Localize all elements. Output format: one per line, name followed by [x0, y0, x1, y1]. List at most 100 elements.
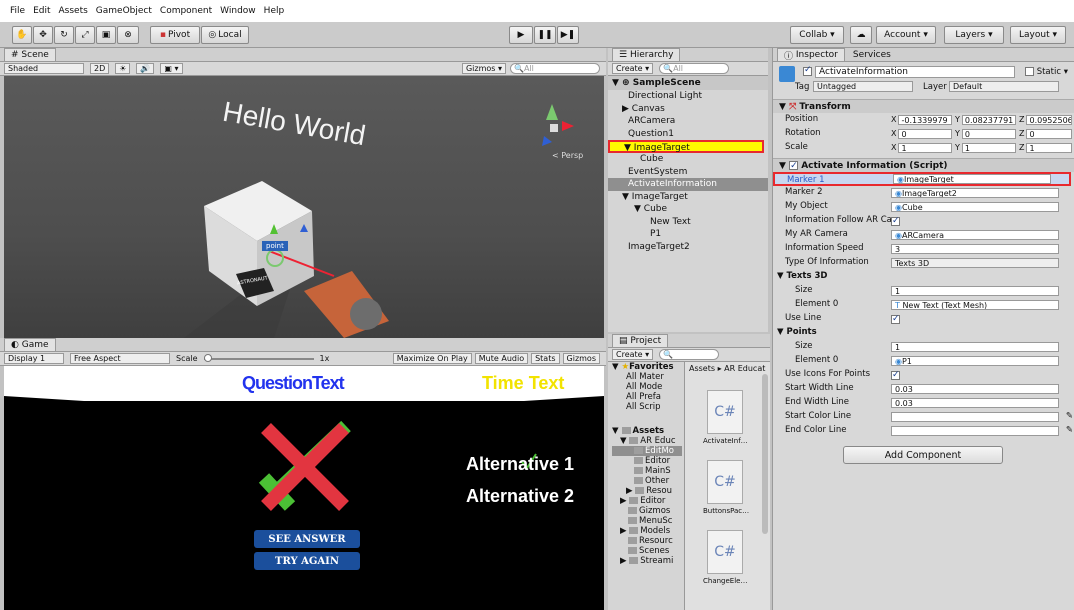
info-speed-field[interactable]: 3 [891, 244, 1059, 254]
scene-gizmos-dropdown[interactable]: Gizmos ▾ [461, 63, 506, 74]
hierarchy-item-question1[interactable]: Question1 [608, 128, 768, 141]
folder-models[interactable]: ▶ Models [612, 526, 682, 536]
try-again-button[interactable]: TRY AGAIN [254, 552, 360, 570]
object-name-field[interactable]: ActivateInformation [815, 66, 1015, 78]
shading-dropdown[interactable]: Shaded [4, 63, 84, 74]
hand-tool-button[interactable]: ✋ [12, 26, 32, 44]
pause-button[interactable]: ❚❚ [534, 26, 556, 44]
eyedropper-icon[interactable]: ✎ [1066, 424, 1073, 438]
hierarchy-item-directional-light[interactable]: Directional Light [608, 90, 768, 103]
favorite-all-materials[interactable]: All Mater [612, 372, 682, 382]
tab-project[interactable]: ▤ Project [612, 334, 669, 347]
transform-header[interactable]: ▼ ⤧ Transform [773, 99, 1074, 113]
texts-element0-field[interactable]: T New Text (Text Mesh) [891, 300, 1059, 310]
lighting-toggle[interactable]: ☀ [115, 63, 131, 74]
script-header[interactable]: ▼ Activate Information (Script) [773, 158, 1074, 173]
my-ar-camera-field[interactable]: ◉ARCamera [891, 230, 1059, 240]
menu-component[interactable]: Component [160, 6, 212, 16]
see-answer-button[interactable]: SEE ANSWER [254, 530, 360, 548]
folder-resou[interactable]: ▶ Resou [612, 486, 682, 496]
position-z[interactable]: Z0.09525061 [1019, 115, 1073, 125]
hierarchy-item-arcamera[interactable]: ARCamera [608, 115, 768, 128]
project-search-input[interactable]: 🔍 [659, 349, 720, 360]
folder-editmode[interactable]: EditMo [612, 446, 682, 456]
eyedropper-icon[interactable]: ✎ [1066, 410, 1073, 424]
start-width-field[interactable]: 0.03 [891, 384, 1059, 394]
hierarchy-item-cube[interactable]: Cube [608, 153, 768, 166]
scale-y[interactable]: Y1 [955, 143, 1016, 153]
maximize-toggle[interactable]: Maximize On Play [392, 353, 472, 364]
follow-ar-cam-checkbox[interactable] [891, 215, 900, 229]
tab-game[interactable]: ◐ Game [4, 338, 56, 351]
hierarchy-item-eventsystem[interactable]: EventSystem [608, 166, 768, 179]
hierarchy-item-cube-2[interactable]: ▼ Cube [608, 203, 768, 216]
hierarchy-item-imagetarget-highlighted[interactable]: ▼ ImageTarget [608, 140, 764, 153]
folder-menuscenes[interactable]: MenuSc [612, 516, 682, 526]
scale-tool-button[interactable]: ⤢ [75, 26, 95, 44]
gizmo-y-icon[interactable] [546, 104, 558, 120]
scale-slider-thumb[interactable] [203, 353, 212, 362]
hierarchy-item-imagetarget2[interactable]: ImageTarget2 [608, 241, 768, 254]
gizmo-x-icon[interactable] [562, 121, 574, 131]
static-toggle[interactable]: Static ▾ [1025, 67, 1068, 77]
points-row[interactable]: ▼ Points [773, 326, 1074, 340]
audio-toggle[interactable]: 🔊 [136, 63, 155, 74]
menu-gameobject[interactable]: GameObject [96, 6, 152, 16]
file-buttonspack[interactable]: C# ButtonsPac… [703, 460, 749, 515]
project-breadcrumb[interactable]: Assets ▸ AR Educat [685, 362, 770, 375]
cloud-button[interactable]: ☁ [850, 26, 872, 44]
file-changeelement[interactable]: C# ChangeEle… [703, 530, 747, 585]
scale-z[interactable]: Z1 [1019, 143, 1073, 153]
tag-dropdown[interactable]: Untagged [813, 81, 913, 92]
layer-dropdown[interactable]: Default [949, 81, 1059, 92]
points-size-field[interactable]: 1 [891, 342, 1059, 352]
hierarchy-item-canvas[interactable]: ▶ Canvas [608, 103, 768, 116]
layout-dropdown[interactable]: Layout ▾ [1010, 26, 1066, 44]
step-button[interactable]: ▶❚ [557, 26, 579, 44]
account-dropdown[interactable]: Account ▾ [876, 26, 936, 44]
pivot-toggle[interactable]: ▪ Pivot [150, 26, 200, 44]
texts3d-row[interactable]: ▼ Texts 3D [773, 270, 1074, 284]
display-dropdown[interactable]: Display 1 [4, 353, 64, 364]
position-x[interactable]: X -0.1339979 [891, 115, 953, 125]
layers-dropdown[interactable]: Layers ▾ [944, 26, 1004, 44]
scene-viewport[interactable]: Hello World point ASTRONAUT < Persp [4, 76, 604, 338]
hierarchy-item-p1[interactable]: P1 [608, 228, 768, 241]
collab-dropdown[interactable]: Collab ▾ [790, 26, 844, 44]
tab-services[interactable]: Services [845, 50, 899, 60]
gizmo-z-icon[interactable] [542, 136, 552, 146]
points-element0-field[interactable]: ◉P1 [891, 356, 1059, 366]
hierarchy-item-imagetarget-2[interactable]: ▼ ImageTarget [608, 191, 768, 204]
active-checkbox[interactable] [803, 65, 812, 77]
alternative-1[interactable]: Alternative 1 [466, 454, 574, 475]
tab-scene[interactable]: # Scene [4, 48, 56, 61]
position-y[interactable]: Y 0.08237791 [955, 115, 1016, 125]
hierarchy-create-button[interactable]: Create ▾ [612, 63, 654, 74]
2d-toggle[interactable]: 2D [90, 63, 110, 74]
mute-toggle[interactable]: Mute Audio [474, 353, 529, 364]
marker2-field[interactable]: ◉ImageTarget2 [891, 188, 1059, 198]
menu-window[interactable]: Window [220, 6, 256, 16]
favorite-all-scripts[interactable]: All Scrip [612, 402, 682, 412]
local-toggle[interactable]: ◎ Local [201, 26, 249, 44]
assets-header[interactable]: ▼ Assets [612, 426, 682, 436]
effects-dropdown[interactable]: ▣ ▾ [160, 63, 183, 74]
game-gizmos-dropdown[interactable]: Gizmos [562, 353, 600, 364]
scale-x[interactable]: X1 [891, 143, 953, 153]
persp-label[interactable]: < Persp [552, 151, 583, 160]
folder-other[interactable]: Other [612, 476, 682, 486]
folder-resources[interactable]: Resourc [612, 536, 682, 546]
folder-ar-educ[interactable]: ▼ AR Educ [612, 436, 682, 446]
menu-help[interactable]: Help [264, 6, 285, 16]
folder-editor[interactable]: Editor [612, 456, 682, 466]
folder-streaming[interactable]: ▶ Streami [612, 556, 682, 566]
project-scrollbar[interactable] [762, 374, 768, 534]
my-object-field[interactable]: ◉Cube [891, 202, 1059, 212]
hierarchy-search-input[interactable]: 🔍 All [659, 63, 730, 74]
alternative-2[interactable]: Alternative 2 [466, 486, 574, 507]
rotation-y[interactable]: Y0 [955, 129, 1016, 139]
menu-edit[interactable]: Edit [33, 6, 50, 16]
use-icons-checkbox[interactable] [891, 369, 900, 383]
folder-mains[interactable]: MainS [612, 466, 682, 476]
favorite-all-prefabs[interactable]: All Prefa [612, 392, 682, 402]
